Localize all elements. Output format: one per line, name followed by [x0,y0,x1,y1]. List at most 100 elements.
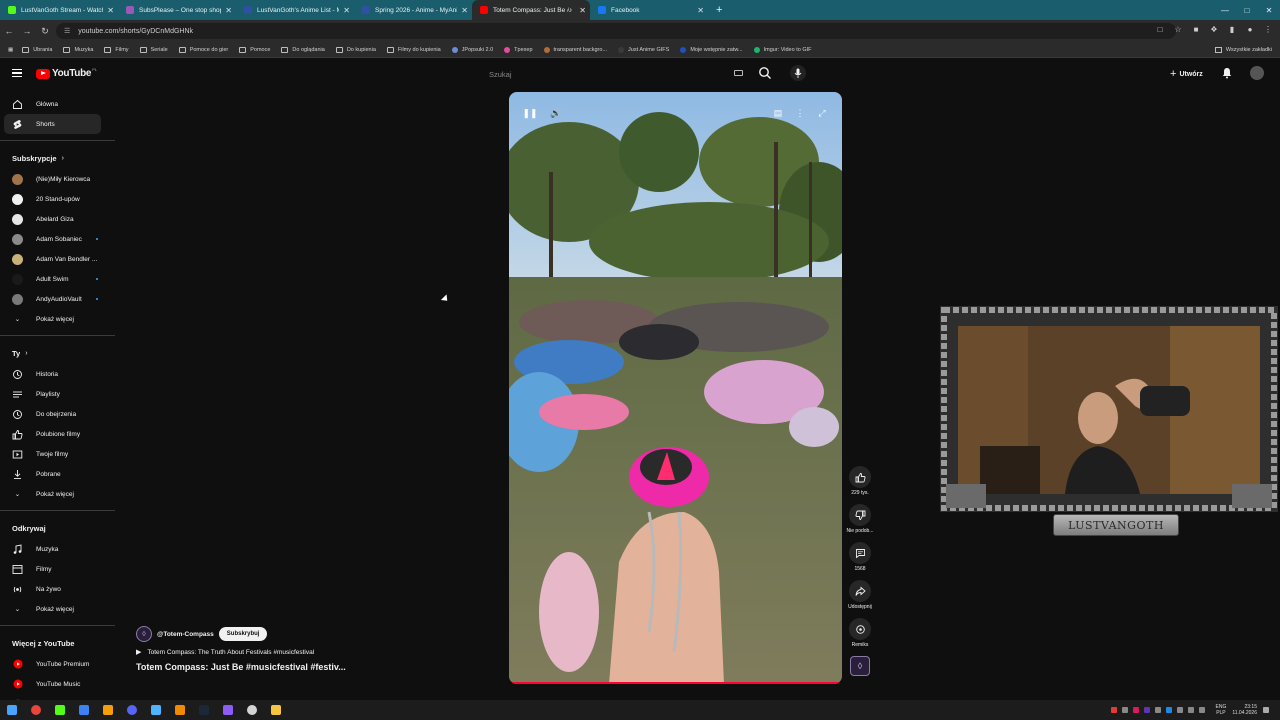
bookmark-item[interactable]: JPopsuki 2.0 [451,46,493,53]
microphone-icon[interactable] [790,65,806,81]
sidebar-item[interactable]: Do obejrzenia [0,404,115,424]
back-icon[interactable]: ← [0,26,18,36]
thumbs-up-icon[interactable] [849,466,871,488]
short-title[interactable]: Totem Compass: Just Be #musicfestival #f… [136,662,346,672]
tab-close-icon[interactable]: ✕ [697,6,704,15]
browser-tab[interactable]: Facebook ✕ [590,0,708,20]
cast-icon[interactable]: □ [1154,23,1166,37]
address-bar[interactable]: ☰ youtube.com/shorts/GyDCnMdGHNk [56,23,1176,39]
bookmark-item[interactable]: Do oglądania [281,46,325,53]
bookmark-item[interactable]: Moje wstępnie zatw... [680,46,743,53]
bookmark-item[interactable]: Just Anime GIFS [618,46,669,53]
subscription-item[interactable]: Adam Van Bendler ... [0,249,115,269]
profile-icon[interactable]: ● [1244,23,1256,37]
site-info-icon[interactable]: ☰ [64,27,70,35]
youtube-logo[interactable]: YouTube PL [36,67,97,79]
app-icon[interactable] [216,700,240,720]
fullscreen-icon[interactable]: ⤢ [815,106,829,120]
sidebar-item[interactable]: Pobrane [0,464,115,484]
comment-icon[interactable] [849,542,871,564]
tray-icon[interactable] [1110,707,1117,713]
show-more-explore[interactable]: ⌄ Pokaż więcej [0,599,115,619]
extension-icon[interactable]: ■ [1190,23,1202,37]
maximize-icon[interactable]: □ [1236,6,1258,15]
subscription-item[interactable]: Abelard Giza [0,209,115,229]
search-input[interactable]: Szukaj [482,64,752,84]
pause-icon[interactable]: ❚❚ [522,106,537,120]
video-progress-bar[interactable] [509,682,842,684]
tab-close-icon[interactable]: ✕ [107,6,114,15]
subscription-item[interactable]: Adam Sobaniec [0,229,115,249]
close-window-icon[interactable]: ✕ [1258,6,1280,15]
app-icon[interactable] [144,700,168,720]
sidebar-item[interactable]: Na żywo [0,579,115,599]
bookmark-item[interactable]: Muzyka [63,46,93,53]
more-options-icon[interactable]: ⋮ [793,106,807,120]
share-action[interactable]: Udostępnij [844,580,876,612]
browser-tab[interactable]: SubsPlease – One stop shop fo ✕ [118,0,236,20]
sidebar-item[interactable]: Twoje filmy [0,444,115,464]
reload-icon[interactable]: ↻ [36,26,54,37]
forward-icon[interactable]: → [18,26,36,36]
tab-close-icon[interactable]: ✕ [343,6,350,15]
browser-tab[interactable]: LustVanGoth Stream - Watch Li ✕ [0,0,118,20]
bookmark-item[interactable]: Pomoce do gier [178,46,228,53]
sidebar-item[interactable]: Główna [0,94,115,114]
subscription-item[interactable]: 20 Stand-upów [0,189,115,209]
bookmark-item[interactable]: Filmy [104,46,129,53]
sidebar-item[interactable]: Historia [0,364,115,384]
vlc-icon[interactable] [168,700,192,720]
tray-icon[interactable] [1176,707,1183,713]
obs-icon[interactable] [240,700,264,720]
share-icon[interactable] [849,580,871,602]
account-avatar[interactable] [1250,66,1264,80]
sidebar-item[interactable]: Playlisty [0,384,115,404]
steam-icon[interactable] [192,700,216,720]
discord-icon[interactable] [120,700,144,720]
chrome-icon[interactable] [24,700,48,720]
you-header[interactable]: Ty › [0,342,115,364]
bookmark-item[interactable]: Imgur: Video to GIF [753,46,812,53]
more-from-youtube-item[interactable]: YouTube Music [0,674,115,694]
menu-icon[interactable]: ⋮ [1262,23,1274,37]
search-icon[interactable] [758,66,772,80]
subscription-item[interactable]: (Nie)Miły Kierowca [0,169,115,189]
remix-action[interactable]: Remiks [844,618,876,650]
bookmark-item[interactable]: Seriale [139,46,168,53]
show-more-subscriptions[interactable]: ⌄ Pokaż więcej [0,309,115,329]
bookmark-item[interactable]: Do kupienia [335,46,376,53]
bookmark-item[interactable]: transparent backgro... [543,46,607,53]
bookmark-item[interactable]: Tpexep [504,46,533,53]
more-from-youtube-item[interactable]: YouTube Premium [0,654,115,674]
tray-icon[interactable] [1132,707,1139,713]
notifications-icon[interactable] [1263,707,1269,713]
volume-icon[interactable]: 🔊 [549,106,563,120]
apps-grid-icon[interactable]: ▦ [8,47,13,53]
short-music-row[interactable]: ▶ Totem Compass: The Truth About Festiva… [136,648,314,657]
tray-icon[interactable] [1165,707,1172,713]
tab-close-icon[interactable]: ✕ [225,6,232,15]
folder-icon[interactable] [264,700,288,720]
subscription-item[interactable]: AndyAudioVault [0,289,115,309]
shorts-video-player[interactable]: ❚❚ 🔊 ▤ ⋮ ⤢ [509,92,842,684]
bookmark-item[interactable]: Ubrania [22,46,52,53]
subscriptions-header[interactable]: Subskrypcje › [0,147,115,169]
like-action[interactable]: 229 tys. [844,466,876,498]
show-more-you[interactable]: ⌄ Pokaż więcej [0,484,115,504]
channel-avatar[interactable]: ◊ [136,626,152,642]
tab-close-icon[interactable]: ✕ [579,6,586,15]
volume-icon[interactable] [1198,707,1205,713]
network-icon[interactable] [1187,707,1194,713]
create-button[interactable]: + Utwórz [1170,68,1203,80]
sidebar-item[interactable]: Muzyka [0,539,115,559]
remix-icon[interactable] [849,618,871,640]
all-bookmarks[interactable]: Wszystkie zakładki [1214,42,1272,58]
app-icon[interactable] [72,700,96,720]
clock[interactable]: 23:15 11.04.2026 [1232,704,1257,716]
tab-audio-icon[interactable]: ♪ [569,7,573,14]
sound-channel-avatar[interactable]: ◊ [850,656,870,676]
new-tab-icon[interactable]: + [708,4,730,16]
captions-icon[interactable]: ▤ [771,106,785,120]
sidebar-item[interactable]: Polubione filmy [0,424,115,444]
browser-tab[interactable]: LustVanGoth's Anime List - My ✕ [236,0,354,20]
